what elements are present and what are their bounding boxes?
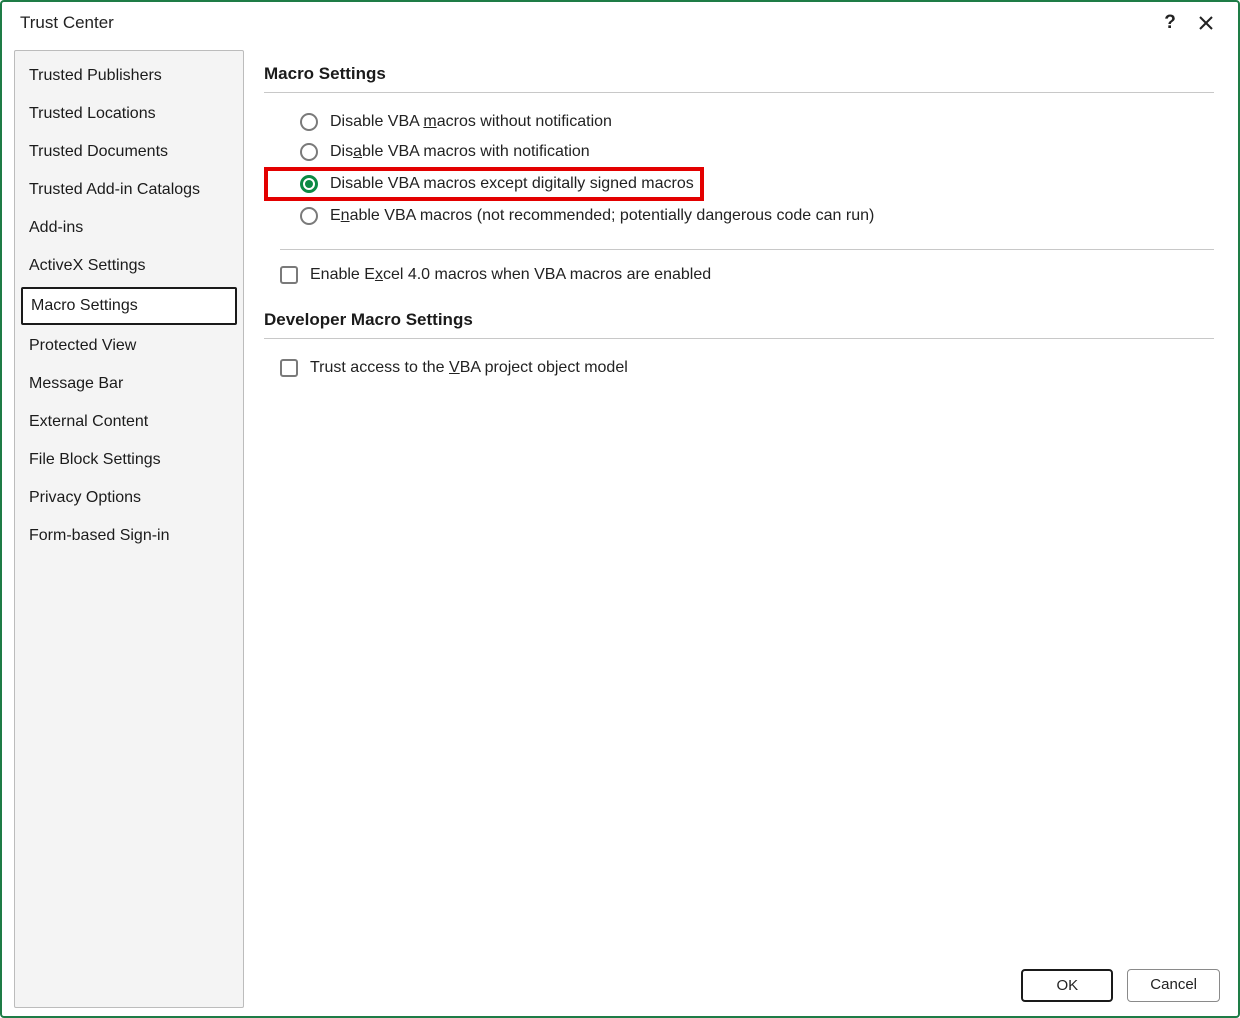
radio-icon <box>300 175 318 193</box>
radio-enable-all-macros[interactable]: Enable VBA macros (not recommended; pote… <box>264 201 1214 231</box>
sidebar-item-file-block-settings[interactable]: File Block Settings <box>15 441 243 479</box>
sidebar-item-protected-view[interactable]: Protected View <box>15 327 243 365</box>
sidebar-item-external-content[interactable]: External Content <box>15 403 243 441</box>
radio-label: Disable VBA macros with notification <box>330 143 590 161</box>
sidebar-item-macro-settings[interactable]: Macro Settings <box>21 287 237 325</box>
checkbox-label: Trust access to the VBA project object m… <box>310 359 628 377</box>
checkbox-icon <box>280 266 298 284</box>
radio-disable-without-notification[interactable]: Disable VBA macros without notification <box>264 107 1214 137</box>
trust-center-dialog: Trust Center ? Trusted Publishers Truste… <box>0 0 1240 1018</box>
radio-label: Disable VBA macros without notification <box>330 113 612 131</box>
radio-disable-with-notification[interactable]: Disable VBA macros with notification <box>264 137 1214 167</box>
radio-icon <box>300 143 318 161</box>
checkbox-label: Enable Excel 4.0 macros when VBA macros … <box>310 266 711 284</box>
cancel-button[interactable]: Cancel <box>1127 969 1220 1002</box>
sidebar-item-trusted-documents[interactable]: Trusted Documents <box>15 133 243 171</box>
sidebar-item-privacy-options[interactable]: Privacy Options <box>15 479 243 517</box>
checkbox-icon <box>280 359 298 377</box>
radio-icon <box>300 207 318 225</box>
titlebar: Trust Center ? <box>2 2 1238 44</box>
radio-disable-except-signed[interactable]: Disable VBA macros except digitally sign… <box>264 167 704 201</box>
dialog-title: Trust Center <box>20 13 1152 33</box>
close-button[interactable] <box>1188 8 1224 38</box>
radio-label: Enable VBA macros (not recommended; pote… <box>330 207 874 225</box>
macro-settings-panel: Macro Settings Disable VBA macros withou… <box>264 50 1226 1008</box>
sidebar-item-activex-settings[interactable]: ActiveX Settings <box>15 247 243 285</box>
close-icon <box>1198 15 1214 31</box>
sidebar-item-trusted-addin-catalogs[interactable]: Trusted Add-in Catalogs <box>15 171 243 209</box>
divider <box>280 249 1214 250</box>
sidebar-item-trusted-publishers[interactable]: Trusted Publishers <box>15 57 243 95</box>
checkbox-trust-vba-project[interactable]: Trust access to the VBA project object m… <box>264 353 1214 383</box>
dialog-footer: OK Cancel <box>1021 969 1220 1002</box>
radio-label: Disable VBA macros except digitally sign… <box>330 175 694 193</box>
sidebar-item-message-bar[interactable]: Message Bar <box>15 365 243 403</box>
macro-settings-heading: Macro Settings <box>264 64 1214 84</box>
sidebar-item-addins[interactable]: Add-ins <box>15 209 243 247</box>
help-button[interactable]: ? <box>1152 8 1188 38</box>
sidebar-item-form-based-signin[interactable]: Form-based Sign-in <box>15 517 243 555</box>
category-sidebar: Trusted Publishers Trusted Locations Tru… <box>14 50 244 1008</box>
ok-button[interactable]: OK <box>1021 969 1113 1002</box>
developer-macro-settings-heading: Developer Macro Settings <box>264 310 1214 330</box>
sidebar-item-trusted-locations[interactable]: Trusted Locations <box>15 95 243 133</box>
radio-icon <box>300 113 318 131</box>
section-divider <box>264 338 1214 339</box>
checkbox-enable-excel4-macros[interactable]: Enable Excel 4.0 macros when VBA macros … <box>264 260 1214 290</box>
dialog-body: Trusted Publishers Trusted Locations Tru… <box>2 44 1238 1016</box>
section-divider <box>264 92 1214 93</box>
